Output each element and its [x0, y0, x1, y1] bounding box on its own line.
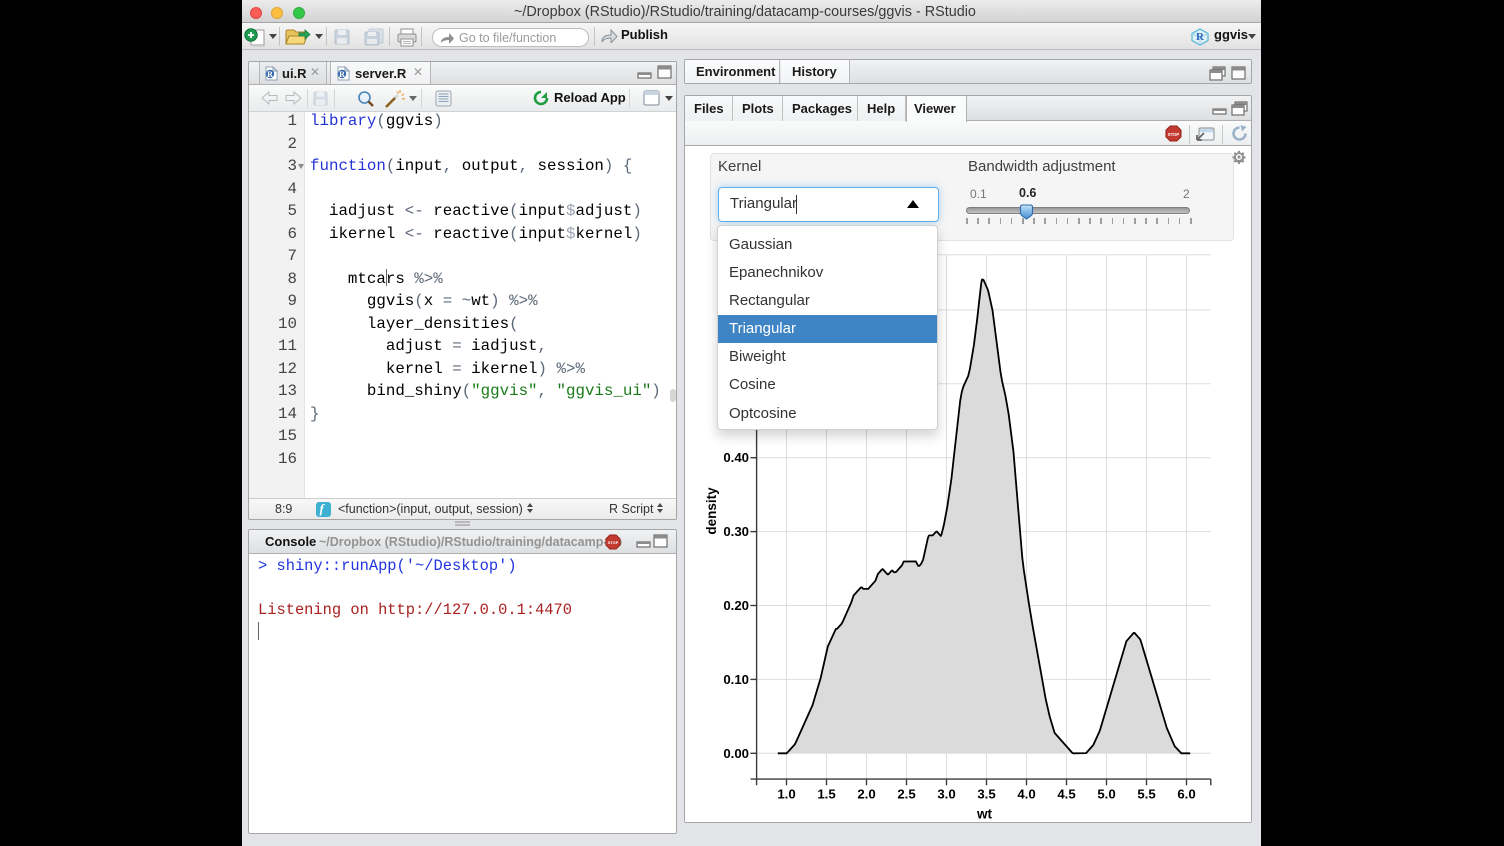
svg-text:R: R — [339, 70, 345, 79]
svg-text:5.5: 5.5 — [1137, 787, 1155, 802]
svg-text:STOP: STOP — [1168, 132, 1180, 137]
svg-text:3.5: 3.5 — [977, 787, 995, 802]
svg-text:0.20: 0.20 — [723, 598, 749, 613]
svg-text:0.30: 0.30 — [723, 524, 749, 539]
svg-text:4.5: 4.5 — [1057, 787, 1075, 802]
svg-text:STOP: STOP — [608, 540, 619, 545]
svg-text:1.5: 1.5 — [817, 787, 835, 802]
svg-text:density: density — [704, 487, 719, 535]
svg-text:R: R — [267, 70, 273, 79]
svg-text:6.0: 6.0 — [1177, 787, 1195, 802]
svg-text:2.0: 2.0 — [857, 787, 875, 802]
svg-text:wt: wt — [976, 807, 993, 822]
svg-text:2.5: 2.5 — [897, 787, 915, 802]
svg-text:3.0: 3.0 — [937, 787, 955, 802]
svg-text:4.0: 4.0 — [1017, 787, 1035, 802]
svg-text:0.00: 0.00 — [723, 746, 749, 761]
svg-text:R: R — [1196, 31, 1205, 43]
svg-text:0.40: 0.40 — [723, 450, 749, 465]
svg-text:1.0: 1.0 — [777, 787, 795, 802]
svg-text:0.10: 0.10 — [723, 672, 749, 687]
svg-text:5.0: 5.0 — [1097, 787, 1115, 802]
